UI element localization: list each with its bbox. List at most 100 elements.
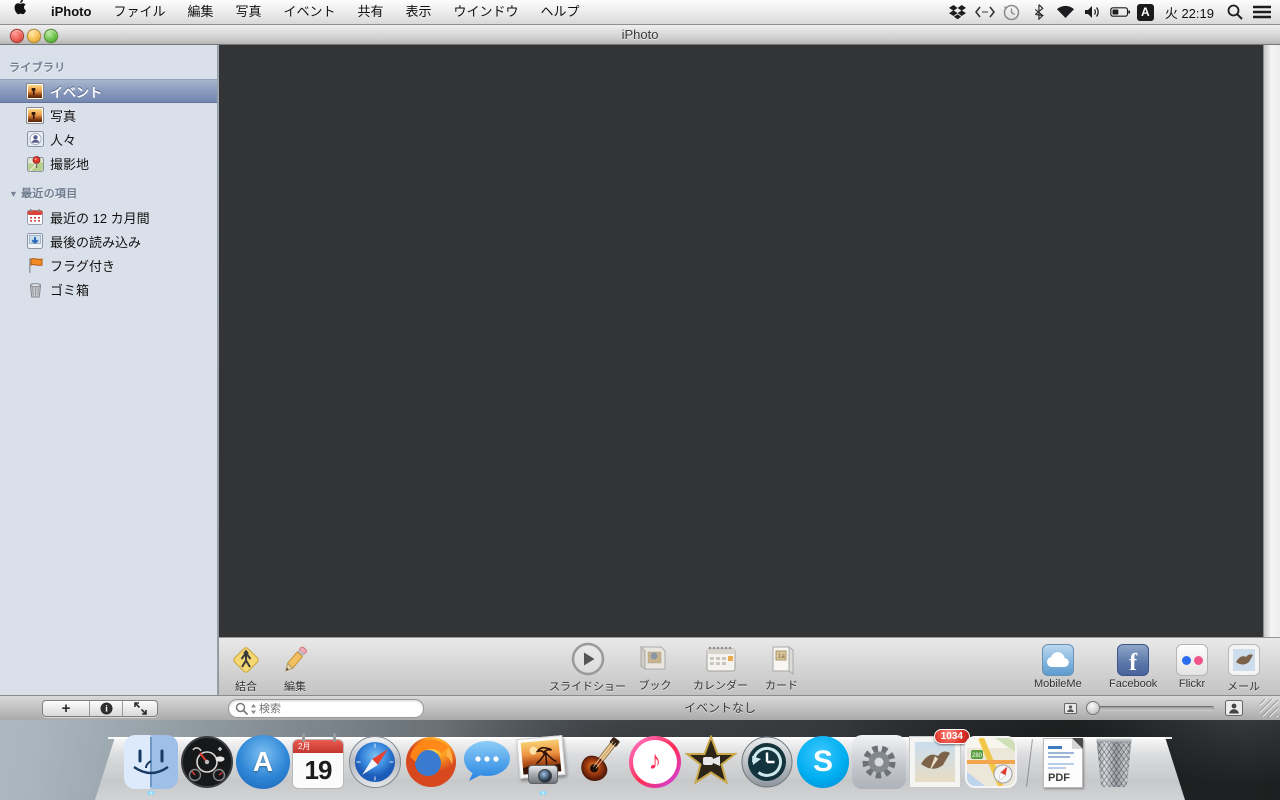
dock-mail-icon[interactable]: 1034 [908, 729, 970, 789]
dropbox-icon[interactable] [948, 3, 968, 21]
sidebar-item-last-import[interactable]: 最後の読み込み [0, 229, 217, 253]
dock-skype-icon[interactable]: S [796, 735, 850, 789]
search-icon[interactable] [235, 702, 249, 716]
calendar-icon [26, 208, 44, 226]
dock-separator [1020, 735, 1038, 789]
add-button[interactable]: + [43, 701, 90, 716]
input-source-badge[interactable]: A [1136, 3, 1154, 21]
time-machine-icon[interactable] [1002, 3, 1022, 21]
menu-edit[interactable]: 編集 [176, 0, 224, 24]
music-note-glyph: ♪ [648, 744, 662, 775]
window-title: iPhoto [621, 27, 659, 42]
menu-view[interactable]: 表示 [395, 0, 443, 24]
dock-pdf-document-icon[interactable]: PDF [1040, 735, 1086, 789]
photo-content-area[interactable] [219, 45, 1263, 637]
status-bar: + i イベントなし [0, 695, 1280, 720]
wifi-icon[interactable] [1056, 3, 1076, 21]
zoom-in-thumbnail-icon[interactable] [1225, 700, 1243, 716]
last-import-icon [26, 232, 44, 250]
menu-clock[interactable]: 火 22:19 [1161, 3, 1218, 22]
sidebar-item-faces[interactable]: 人々 [0, 127, 217, 151]
zoom-button[interactable] [44, 29, 58, 43]
maps-route-shield: 280 [972, 753, 983, 759]
source-list-sidebar: ライブラリ イベント 写真 人々 撮影地 ▼ 最近の項目 最近の 12 カ月間 … [0, 45, 218, 695]
sidebar-item-flagged[interactable]: フラグ付き [0, 253, 217, 277]
window-resize-grip[interactable] [1260, 699, 1278, 717]
sidebar-item-trash[interactable]: ゴミ箱 [0, 277, 217, 301]
svg-text:1a: 1a [778, 654, 785, 660]
dock-maps-icon[interactable]: 280 [964, 735, 1018, 789]
dock-safari-icon[interactable] [348, 735, 402, 789]
zoom-slider[interactable] [1086, 701, 1214, 715]
dock-garageband-icon[interactable] [572, 735, 626, 789]
merge-button[interactable]: 結合 [230, 644, 262, 694]
calendar-button[interactable]: カレンダー [693, 643, 748, 693]
menu-events[interactable]: イベント [272, 0, 346, 24]
menu-photos[interactable]: 写真 [224, 0, 272, 24]
card-icon: 1a [772, 646, 793, 675]
apple-logo-icon [14, 0, 26, 15]
email-button[interactable]: メール [1227, 644, 1260, 694]
fullscreen-button[interactable] [123, 701, 157, 716]
dock-iphoto-camera [528, 765, 558, 784]
mobileme-button[interactable]: MobileMe [1034, 644, 1082, 690]
iphoto-running-indicator [538, 791, 548, 795]
info-icon: i [100, 702, 112, 715]
menu-window[interactable]: ウインドウ [443, 0, 530, 24]
zoom-out-thumbnail-icon[interactable] [1064, 703, 1077, 714]
zoom-slider-knob[interactable] [1086, 701, 1100, 715]
edit-pencil-icon [285, 646, 308, 672]
sidebar-item-last-12-months[interactable]: 最近の 12 カ月間 [0, 205, 217, 229]
search-input[interactable] [257, 702, 423, 715]
swap-arrows-icon[interactable] [974, 3, 995, 21]
window-title-bar[interactable]: iPhoto [0, 25, 1280, 45]
menu-bar: iPhoto ファイル 編集 写真 イベント 共有 表示 ウインドウ ヘルプ A… [0, 0, 1280, 25]
event-count-status: イベントなし [683, 701, 756, 715]
flickr-button[interactable]: Flickr [1176, 644, 1208, 690]
facebook-button[interactable]: f Facebook [1109, 644, 1157, 690]
bluetooth-icon[interactable] [1029, 3, 1049, 21]
recent-section-header[interactable]: ▼ 最近の項目 [0, 183, 217, 205]
slideshow-button[interactable]: スライドショー [549, 642, 626, 694]
sidebar-item-places[interactable]: 撮影地 [0, 151, 217, 175]
places-pin-icon [26, 154, 44, 172]
search-scope-arrows-icon[interactable] [250, 703, 257, 715]
book-button[interactable]: ブック [637, 643, 673, 693]
close-button[interactable] [10, 29, 24, 43]
search-field[interactable] [228, 699, 424, 718]
minimize-button[interactable] [27, 29, 41, 43]
menu-share[interactable]: 共有 [347, 0, 395, 24]
dock-messages-icon[interactable] [460, 735, 514, 789]
dock-calendar-icon[interactable]: 2月 19 [292, 733, 346, 789]
menu-iphoto[interactable]: iPhoto [40, 0, 102, 24]
vertical-scrollbar[interactable] [1263, 45, 1280, 637]
dock-dashboard-icon[interactable] [180, 735, 234, 789]
battery-icon[interactable] [1110, 3, 1130, 21]
edit-button[interactable]: 編集 [279, 644, 311, 694]
info-button[interactable]: i [90, 701, 123, 716]
disclosure-triangle-icon[interactable]: ▼ [9, 183, 21, 205]
menu-help[interactable]: ヘルプ [530, 0, 591, 24]
dock-firefox-icon[interactable] [404, 735, 458, 789]
dock-systempreferences-icon[interactable] [852, 735, 906, 789]
notification-center-icon[interactable] [1252, 3, 1272, 21]
mobileme-cloud-icon [1041, 644, 1074, 676]
menu-file[interactable]: ファイル [102, 0, 176, 24]
dock-itunes-icon[interactable]: ♪ [628, 735, 682, 789]
slideshow-play-icon [571, 642, 604, 676]
sidebar-item-events[interactable]: イベント [0, 79, 217, 103]
dock-appstore-icon[interactable]: A [236, 735, 290, 789]
spotlight-icon[interactable] [1225, 3, 1245, 21]
dock-trash-icon[interactable] [1088, 735, 1140, 789]
card-button[interactable]: 1a カード [765, 643, 798, 693]
dock-finder-icon[interactable] [124, 735, 178, 789]
photos-photo-icon [26, 106, 44, 124]
dock-iphoto-icon[interactable] [516, 735, 570, 789]
dock-imovie-icon[interactable] [684, 734, 738, 789]
calendar-pad-icon [706, 646, 735, 672]
sidebar-action-buttons: + i [42, 700, 158, 717]
dock-timemachine-icon[interactable] [740, 735, 794, 789]
sidebar-item-photos[interactable]: 写真 [0, 103, 217, 127]
volume-icon[interactable] [1083, 3, 1103, 21]
apple-menu[interactable] [0, 0, 40, 24]
